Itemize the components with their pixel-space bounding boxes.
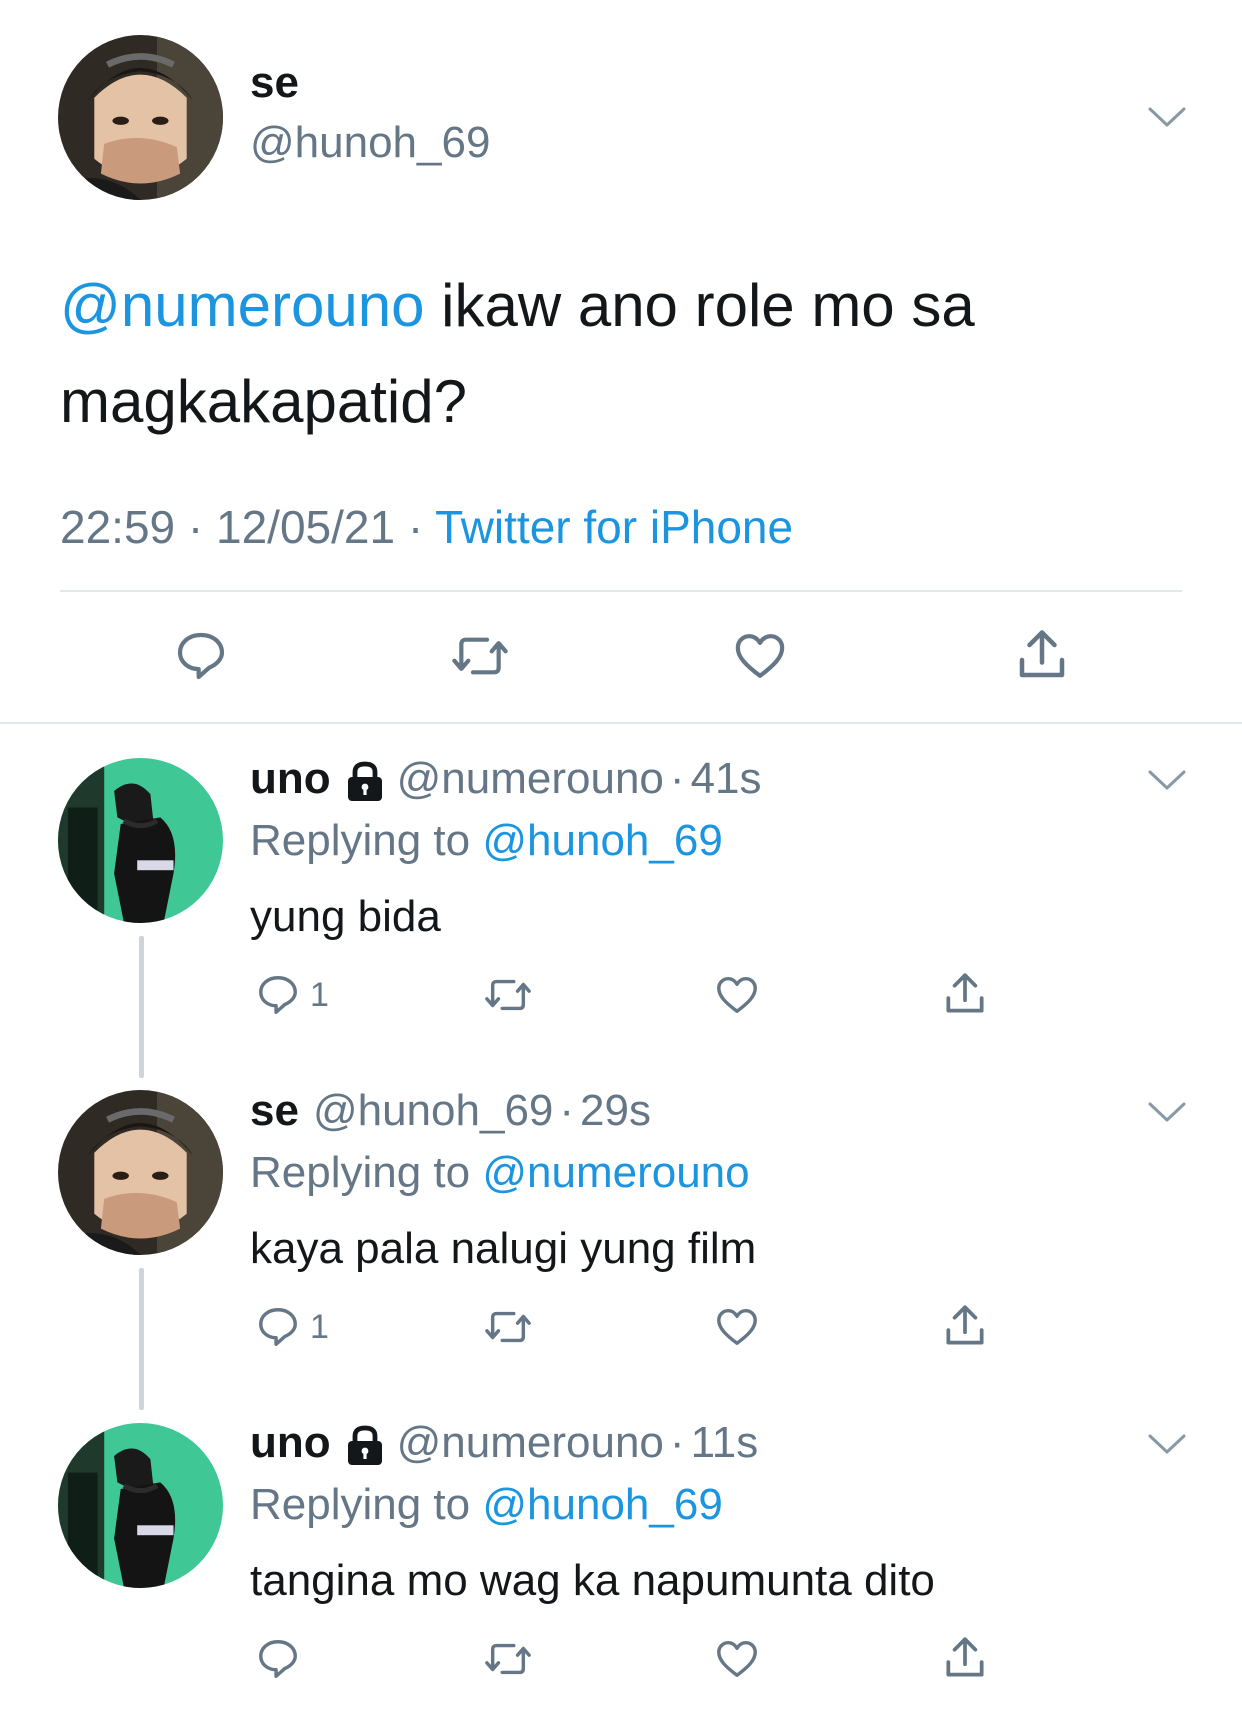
tweet-text: @numerouno ikaw ano role mo sa magkakapa…: [60, 258, 1060, 450]
reply-actions: 1: [250, 1304, 1010, 1364]
tweet-time: 22:59: [60, 501, 176, 553]
divider: [60, 590, 1182, 592]
chevron-down-icon[interactable]: [1147, 105, 1187, 129]
separator: ·: [669, 754, 685, 803]
reply-text: tangina mo wag ka napumunta dito: [250, 1556, 935, 1605]
thread-line: [139, 936, 144, 1078]
replying-to-link[interactable]: @hunoh_69: [482, 816, 722, 865]
heart-icon[interactable]: [712, 1304, 762, 1350]
separator: ·: [407, 501, 424, 553]
display-name[interactable]: se: [250, 58, 299, 108]
reply-header: se @hunoh_69 · 29s: [250, 1086, 651, 1136]
reply-text: yung bida: [250, 892, 441, 941]
share-icon[interactable]: [1012, 624, 1072, 686]
retweet-icon[interactable]: [480, 1636, 536, 1682]
tweet-source-link[interactable]: Twitter for iPhone: [435, 501, 793, 553]
replying-label: Replying to: [250, 816, 483, 865]
avatar-uno[interactable]: [58, 1423, 223, 1588]
chevron-down-icon[interactable]: [1147, 1100, 1187, 1124]
retweet-icon[interactable]: [447, 628, 513, 684]
replying-label: Replying to: [250, 1148, 483, 1197]
reply-button[interactable]: 1: [254, 1304, 329, 1350]
share-icon[interactable]: [940, 968, 990, 1020]
tweet-date: 12/05/21: [216, 501, 396, 553]
share-icon[interactable]: [940, 1300, 990, 1352]
replying-to: Replying to @hunoh_69: [250, 1480, 723, 1530]
handle[interactable]: @hunoh_69: [313, 1086, 553, 1136]
replying-to: Replying to @numerouno: [250, 1148, 750, 1198]
avatar-uno[interactable]: [58, 758, 223, 923]
retweet-icon[interactable]: [480, 972, 536, 1018]
avatar-se[interactable]: [58, 1090, 223, 1255]
reply-count: 1: [310, 975, 329, 1014]
reply-icon[interactable]: [172, 628, 230, 684]
display-name[interactable]: uno: [250, 1418, 331, 1468]
display-name[interactable]: uno: [250, 754, 331, 804]
handle[interactable]: @numerouno: [397, 754, 664, 804]
reply-header: uno @numerouno · 41s: [250, 754, 762, 804]
handle[interactable]: @numerouno: [397, 1418, 664, 1468]
share-icon[interactable]: [940, 1632, 990, 1684]
reply-actions: [250, 1636, 1010, 1696]
separator: ·: [559, 1086, 575, 1135]
heart-icon[interactable]: [730, 628, 790, 684]
avatar-se[interactable]: [58, 35, 223, 200]
reply-button[interactable]: 1: [254, 972, 329, 1018]
timestamp[interactable]: 29s: [580, 1086, 651, 1136]
replying-label: Replying to: [250, 1480, 483, 1529]
reply-actions: 1: [250, 972, 1010, 1032]
section-divider: [0, 722, 1242, 724]
tweet-meta: 22:59 · 12/05/21 · Twitter for iPhone: [60, 500, 793, 554]
separator: ·: [187, 501, 204, 553]
replying-to-link[interactable]: @hunoh_69: [482, 1480, 722, 1529]
retweet-icon[interactable]: [480, 1304, 536, 1350]
display-name[interactable]: se: [250, 1086, 299, 1136]
reply-text: kaya pala nalugi yung film: [250, 1224, 757, 1273]
heart-icon[interactable]: [712, 1636, 762, 1682]
chevron-down-icon[interactable]: [1147, 1432, 1187, 1456]
replying-to-link[interactable]: @numerouno: [482, 1148, 749, 1197]
heart-icon[interactable]: [712, 972, 762, 1018]
reply-button[interactable]: [254, 1636, 310, 1682]
chevron-down-icon[interactable]: [1147, 768, 1187, 792]
mention-link[interactable]: @numerouno: [60, 272, 424, 339]
reply-count: 1: [310, 1307, 329, 1346]
lock-icon: [345, 759, 385, 803]
timestamp[interactable]: 41s: [691, 754, 762, 804]
separator: ·: [669, 1418, 685, 1467]
lock-icon: [345, 1423, 385, 1467]
reply-header: uno @numerouno · 11s: [250, 1418, 758, 1468]
timestamp[interactable]: 11s: [691, 1418, 759, 1468]
handle[interactable]: @hunoh_69: [250, 118, 490, 168]
replying-to: Replying to @hunoh_69: [250, 816, 723, 866]
thread-line: [139, 1268, 144, 1410]
